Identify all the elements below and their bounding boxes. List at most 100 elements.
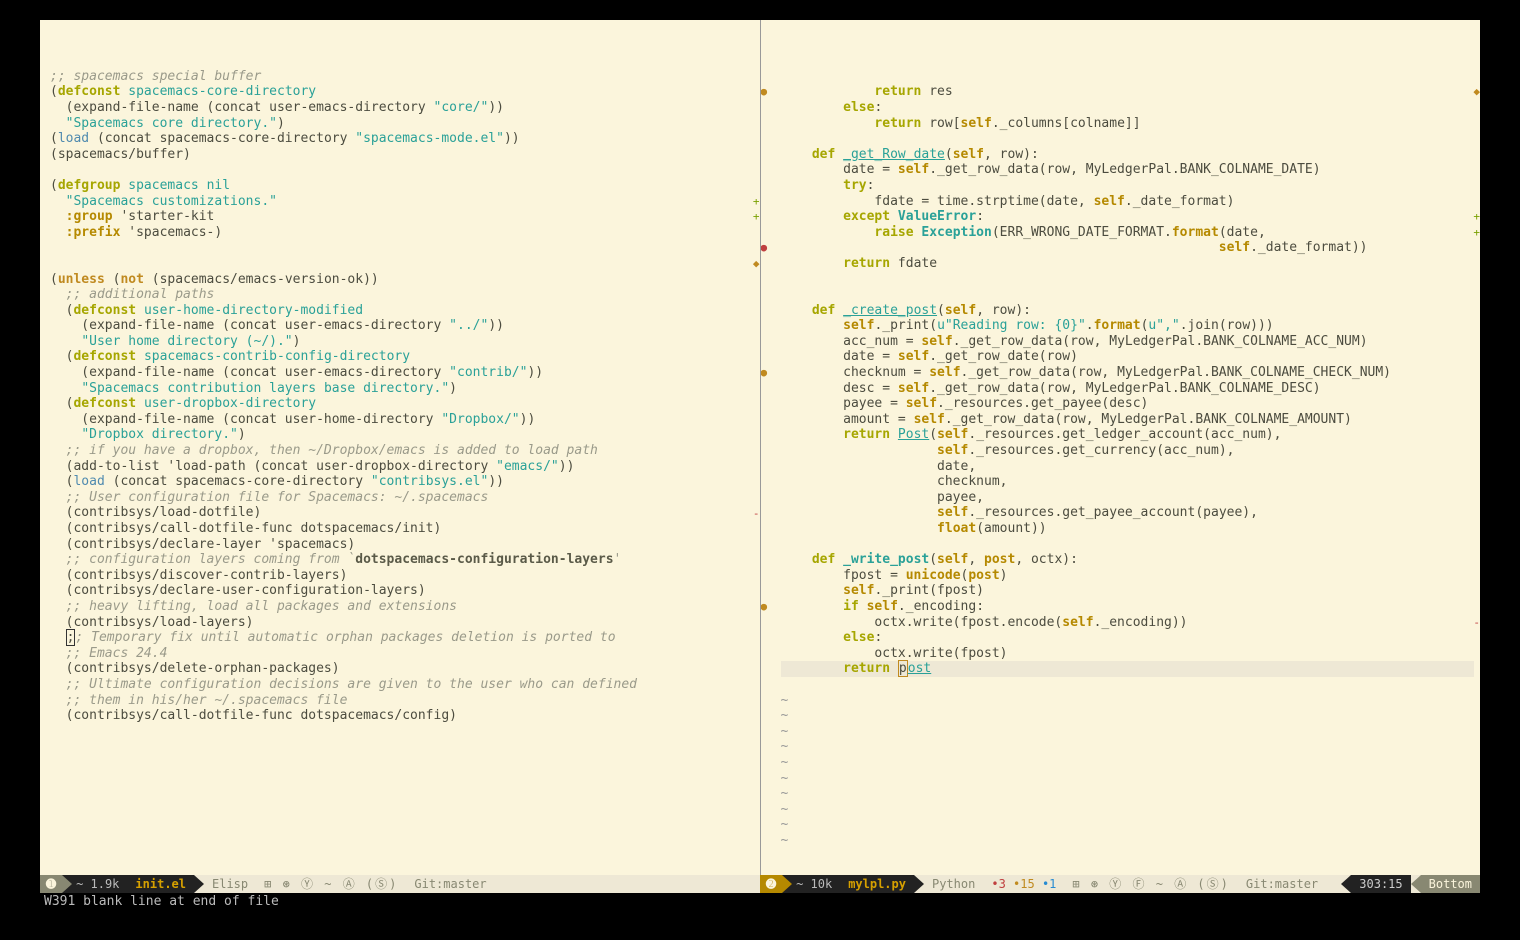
left-code-content[interactable]: ;; spacemacs special buffer(defconst spa… xyxy=(50,69,754,724)
code-line[interactable]: (defgroup spacemacs nil xyxy=(50,178,754,194)
code-line[interactable]: def _get_Row_date(self, row): xyxy=(781,147,1475,163)
code-line[interactable]: (expand-file-name (concat user-emacs-dir… xyxy=(50,100,754,116)
code-line[interactable] xyxy=(781,131,1475,147)
code-line[interactable]: (defconst user-home-directory-modified xyxy=(50,303,754,319)
code-line[interactable]: ;; additional paths xyxy=(50,287,754,303)
code-line[interactable]: def _create_post(self, row): xyxy=(781,303,1475,319)
code-line[interactable]: :group 'starter-kit xyxy=(50,209,754,225)
code-line[interactable]: (contribsys/call-dotfile-func dotspacema… xyxy=(50,708,754,724)
code-line[interactable]: try: xyxy=(781,178,1475,194)
code-line[interactable]: ;; Ultimate configuration decisions are … xyxy=(50,677,754,693)
code-line[interactable]: amount = self._get_row_data(row, MyLedge… xyxy=(781,412,1475,428)
code-line[interactable]: return fdate xyxy=(781,256,1475,272)
code-line[interactable]: ;; them in his/her ~/.spacemacs file xyxy=(50,693,754,709)
code-line[interactable] xyxy=(50,240,754,256)
code-line[interactable]: payee = self._resources.get_payee(desc) xyxy=(781,396,1475,412)
code-line[interactable]: ;; spacemacs special buffer xyxy=(50,69,754,85)
code-line[interactable]: self._print(u"Reading row: {0}".format(u… xyxy=(781,318,1475,334)
code-line[interactable]: (add-to-list 'load-path (concat user-dro… xyxy=(50,459,754,475)
code-line[interactable] xyxy=(50,256,754,272)
code-line[interactable]: (contribsys/declare-user-configuration-l… xyxy=(50,583,754,599)
code-line[interactable]: return row[self._columns[colname]] xyxy=(781,116,1475,132)
code-line[interactable]: "Spacemacs customizations." xyxy=(50,194,754,210)
code-line[interactable]: return res xyxy=(781,84,1475,100)
code-line[interactable]: payee, xyxy=(781,490,1475,506)
minor-mode-icons-right[interactable]: ⊞ ⊛ Ⓨ Ⓕ ~ Ⓐ (Ⓢ) xyxy=(1064,875,1237,893)
major-mode-right[interactable]: Python xyxy=(924,875,983,893)
code-line[interactable]: else: xyxy=(781,100,1475,116)
git-branch-left[interactable]: Git:master xyxy=(406,875,494,893)
code-line[interactable]: fdate = time.strptime(date, self._date_f… xyxy=(781,194,1475,210)
code-line[interactable]: self._print(fpost) xyxy=(781,583,1475,599)
buffer-name-right[interactable]: mylpl.py xyxy=(840,875,914,893)
code-line[interactable]: :prefix 'spacemacs-) xyxy=(50,225,754,241)
right-code-content[interactable]: return res else: return row[self._column… xyxy=(781,84,1475,848)
git-branch-right[interactable]: Git:master xyxy=(1238,875,1326,893)
code-line[interactable]: "Spacemacs core directory.") xyxy=(50,116,754,132)
code-line[interactable]: return Post(self._resources.get_ledger_a… xyxy=(781,427,1475,443)
code-line[interactable]: self._date_format)) xyxy=(781,240,1475,256)
code-line[interactable]: (contribsys/delete-orphan-packages) xyxy=(50,661,754,677)
minibuffer[interactable]: W391 blank line at end of file xyxy=(40,893,1480,911)
code-line[interactable]: "User home directory (~/).") xyxy=(50,334,754,350)
code-line[interactable]: self._resources.get_currency(acc_num), xyxy=(781,443,1475,459)
code-line[interactable]: except ValueError: xyxy=(781,209,1475,225)
code-line[interactable] xyxy=(50,162,754,178)
code-line[interactable] xyxy=(781,677,1475,693)
code-line[interactable]: (spacemacs/buffer) xyxy=(50,147,754,163)
code-line[interactable]: checknum, xyxy=(781,474,1475,490)
code-line[interactable]: date, xyxy=(781,459,1475,475)
code-line[interactable]: date = self._get_row_data(row, MyLedgerP… xyxy=(781,162,1475,178)
code-line[interactable]: (unless (not (spacemacs/emacs-version-ok… xyxy=(50,272,754,288)
code-line[interactable]: ;; if you have a dropbox, then ~/Dropbox… xyxy=(50,443,754,459)
code-line[interactable]: octx.write(fpost) xyxy=(781,646,1475,662)
modeline-right[interactable]: ➋ ~ 10k mylpl.py Python •3 •15 •1 ⊞ ⊛ Ⓨ … xyxy=(760,875,1480,893)
chevron-icon xyxy=(782,875,792,893)
minor-mode-icons-left[interactable]: ⊞ ⊛ Ⓨ ~ Ⓐ (Ⓢ) xyxy=(256,875,406,893)
code-line[interactable]: (load (concat spacemacs-core-directory "… xyxy=(50,474,754,490)
code-line[interactable] xyxy=(781,272,1475,288)
empty-line-tilde: ~ xyxy=(781,817,1475,833)
code-line[interactable]: (contribsys/discover-contrib-layers) xyxy=(50,568,754,584)
modeline-left[interactable]: ➊ ~ 1.9k init.el Elisp ⊞ ⊛ Ⓨ ~ Ⓐ (Ⓢ) Git… xyxy=(40,875,760,893)
code-line[interactable]: "Dropbox directory.") xyxy=(50,427,754,443)
code-line[interactable]: fpost = unicode(post) xyxy=(781,568,1475,584)
code-line[interactable]: (load (concat spacemacs-core-directory "… xyxy=(50,131,754,147)
code-line[interactable]: checknum = self._get_row_data(row, MyLed… xyxy=(781,365,1475,381)
flycheck-counts[interactable]: •3 •15 •1 xyxy=(983,875,1064,893)
code-line[interactable]: float(amount)) xyxy=(781,521,1475,537)
code-line[interactable]: (contribsys/declare-layer 'spacemacs) xyxy=(50,537,754,553)
code-line[interactable]: ;; heavy lifting, load all packages and … xyxy=(50,599,754,615)
code-line[interactable] xyxy=(781,537,1475,553)
code-line[interactable]: (expand-file-name (concat user-home-dire… xyxy=(50,412,754,428)
code-line[interactable]: (defconst user-dropbox-directory xyxy=(50,396,754,412)
code-line[interactable]: ;; Temporary fix until automatic orphan … xyxy=(50,630,754,646)
code-line[interactable]: (contribsys/call-dotfile-func dotspacema… xyxy=(50,521,754,537)
left-code-pane[interactable]: ++◆- ;; spacemacs special buffer(defcons… xyxy=(40,20,761,875)
code-line[interactable]: return post xyxy=(781,661,1475,677)
code-line[interactable]: (expand-file-name (concat user-emacs-dir… xyxy=(50,365,754,381)
code-line[interactable]: ;; User configuration file for Spacemacs… xyxy=(50,490,754,506)
code-line[interactable]: def _write_post(self, post, octx): xyxy=(781,552,1475,568)
code-line[interactable]: ;; Emacs 24.4 xyxy=(50,646,754,662)
right-code-pane[interactable]: ●●●● ◆++- return res else: return row[se… xyxy=(761,20,1481,875)
code-line[interactable]: octx.write(fpost.encode(self._encoding)) xyxy=(781,615,1475,631)
major-mode-left[interactable]: Elisp xyxy=(204,875,256,893)
code-line[interactable]: (contribsys/load-layers) xyxy=(50,615,754,631)
code-line[interactable]: "Spacemacs contribution layers base dire… xyxy=(50,381,754,397)
code-line[interactable]: if self._encoding: xyxy=(781,599,1475,615)
code-line[interactable]: (expand-file-name (concat user-emacs-dir… xyxy=(50,318,754,334)
buffer-name-left[interactable]: init.el xyxy=(127,875,194,893)
code-line[interactable] xyxy=(781,287,1475,303)
code-line[interactable]: (defconst spacemacs-contrib-config-direc… xyxy=(50,349,754,365)
code-line[interactable]: (contribsys/load-dotfile) xyxy=(50,505,754,521)
code-line[interactable]: ;; configuration layers coming from `dot… xyxy=(50,552,754,568)
code-line[interactable]: date = self._get_row_date(row) xyxy=(781,349,1475,365)
code-line[interactable]: raise Exception(ERR_WRONG_DATE_FORMAT.fo… xyxy=(781,225,1475,241)
code-line[interactable]: else: xyxy=(781,630,1475,646)
code-line[interactable]: acc_num = self._get_row_data(row, MyLedg… xyxy=(781,334,1475,350)
code-line[interactable]: desc = self._get_row_data(row, MyLedgerP… xyxy=(781,381,1475,397)
code-line[interactable]: self._resources.get_payee_account(payee)… xyxy=(781,505,1475,521)
code-line[interactable]: (defconst spacemacs-core-directory xyxy=(50,84,754,100)
chevron-icon xyxy=(1341,875,1351,893)
